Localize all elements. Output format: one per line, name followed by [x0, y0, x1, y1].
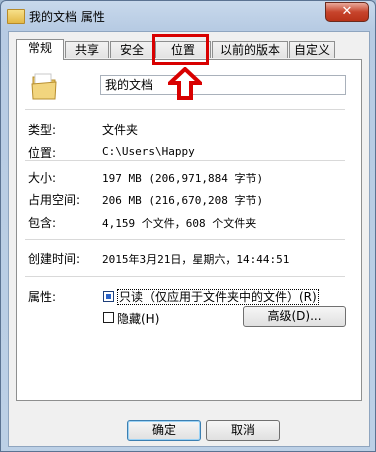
- tab-security[interactable]: 安全: [110, 41, 154, 58]
- type-label: 类型:: [28, 123, 57, 137]
- location-tab-highlight: [152, 34, 209, 65]
- up-arrow-annotation: [168, 67, 202, 100]
- close-button[interactable]: ✕: [325, 2, 369, 22]
- created-value: 2015年3月21日，星期六，14:44:51: [102, 253, 290, 266]
- contains-value: 4,159 个文件，608 个文件夹: [102, 217, 257, 230]
- tab-previous-versions[interactable]: 以前的版本: [212, 41, 288, 58]
- readonly-checkbox-label[interactable]: 只读（仅应用于文件夹中的文件）(R): [117, 288, 319, 305]
- separator: [25, 160, 345, 161]
- location-value: C:\Users\Happy: [102, 145, 195, 158]
- properties-window: 我的文档 属性 ✕ 常规 共享 安全 位置 以前的版本 自定义 我的文档 类型:…: [0, 0, 376, 452]
- location-label: 位置:: [28, 146, 57, 160]
- tab-general[interactable]: 常规: [16, 39, 64, 60]
- ok-button[interactable]: 确定: [127, 420, 201, 441]
- folder-name-field[interactable]: 我的文档: [100, 75, 346, 95]
- title-bar[interactable]: 我的文档 属性 ✕: [1, 1, 375, 29]
- contains-label: 包含:: [28, 216, 57, 230]
- hidden-checkbox-label[interactable]: 隐藏(H): [117, 310, 159, 327]
- window-title: 我的文档 属性: [29, 10, 105, 24]
- cancel-button[interactable]: 取消: [206, 420, 280, 441]
- size-on-disk-value: 206 MB (216,670,208 字节): [102, 194, 264, 207]
- separator: [25, 239, 345, 240]
- separator: [25, 276, 345, 277]
- type-value: 文件夹: [102, 123, 139, 137]
- tab-customize[interactable]: 自定义: [289, 41, 335, 58]
- size-label: 大小:: [28, 171, 57, 185]
- advanced-button[interactable]: 高级(D)...: [243, 306, 346, 327]
- size-value: 197 MB (206,971,884 字节): [102, 172, 264, 185]
- created-label: 创建时间:: [28, 252, 81, 266]
- size-on-disk-label: 占用空间:: [28, 193, 81, 207]
- folder-icon: [31, 73, 57, 100]
- readonly-checkbox[interactable]: [103, 291, 114, 302]
- separator: [25, 109, 345, 110]
- tab-sharing[interactable]: 共享: [65, 41, 109, 58]
- hidden-checkbox[interactable]: [103, 312, 114, 323]
- folder-icon: [7, 9, 25, 24]
- attributes-label: 属性:: [28, 290, 57, 304]
